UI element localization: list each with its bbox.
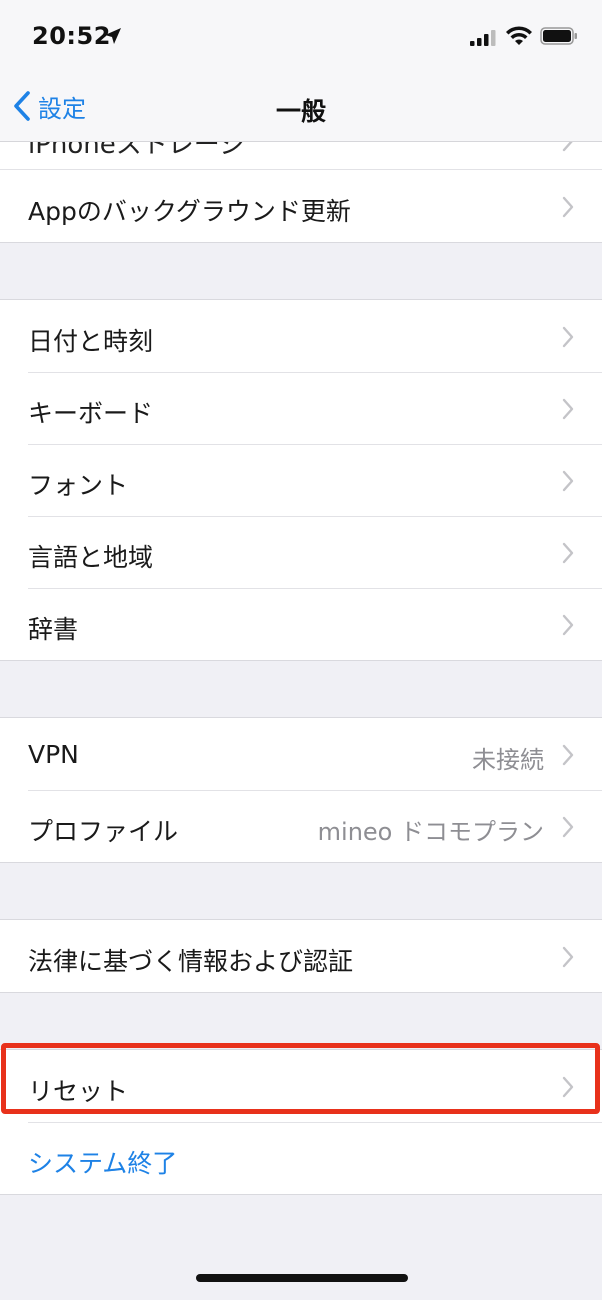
chevron-right-icon	[562, 196, 574, 218]
list-item-label: 日付と時刻	[28, 327, 154, 356]
battery-icon	[540, 27, 577, 45]
chevron-right-icon	[562, 326, 574, 348]
chevron-right-icon	[562, 744, 574, 766]
list-item-fonts[interactable]: フォント	[0, 444, 602, 516]
chevron-right-icon	[562, 398, 574, 420]
chevron-right-icon	[562, 816, 574, 838]
settings-list: iPhoneストレージ Appのバックグラウンド更新 日付と時刻 キーボード フ…	[0, 142, 602, 1195]
list-item-label: Appのバックグラウンド更新	[28, 197, 351, 226]
page-title: 一般	[275, 97, 326, 126]
status-time: 20:52	[32, 22, 111, 50]
vpn-status-value: 未接続	[472, 746, 544, 774]
navigation-bar: 設定 一般	[0, 70, 602, 142]
status-bar: 20:52	[0, 0, 602, 70]
profile-value: mineo ドコモプラン	[317, 818, 544, 846]
list-item-profile[interactable]: プロファイル mineo ドコモプラン	[0, 790, 602, 862]
settings-group-3: VPN 未接続 プロファイル mineo ドコモプラン	[0, 717, 602, 863]
list-item-label: iPhoneストレージ	[28, 142, 246, 160]
shut-down-link: システム終了	[28, 1149, 178, 1178]
home-indicator	[196, 1274, 408, 1282]
list-item-label: 法律に基づく情報および認証	[28, 947, 354, 976]
list-item-date-time[interactable]: 日付と時刻	[0, 300, 602, 372]
list-item-label: プロファイル	[28, 817, 179, 846]
wifi-icon	[506, 26, 532, 45]
list-item-reset[interactable]: リセット	[0, 1050, 602, 1122]
group-spacer	[0, 243, 602, 299]
settings-group-5: リセット システム終了	[0, 1049, 602, 1195]
list-item-label: キーボード	[28, 399, 154, 428]
list-item-keyboard[interactable]: キーボード	[0, 372, 602, 444]
list-item-label: リセット	[28, 1077, 129, 1106]
list-item-iphone-storage[interactable]: iPhoneストレージ	[0, 142, 602, 170]
list-item-label: フォント	[28, 471, 129, 500]
list-item-label: 言語と地域	[28, 543, 154, 572]
list-item-legal-regulatory[interactable]: 法律に基づく情報および認証	[0, 920, 602, 992]
group-spacer	[0, 993, 602, 1049]
list-item-label: VPN	[28, 740, 79, 769]
location-arrow-icon	[105, 28, 121, 44]
list-item-language-region[interactable]: 言語と地域	[0, 516, 602, 588]
list-item-background-app-refresh[interactable]: Appのバックグラウンド更新	[0, 170, 602, 242]
chevron-right-icon	[562, 542, 574, 564]
cellular-signal-icon	[470, 30, 496, 46]
group-spacer	[0, 863, 602, 919]
settings-group-2: 日付と時刻 キーボード フォント 言語と地域 辞書	[0, 299, 602, 661]
chevron-right-icon	[562, 614, 574, 636]
chevron-right-icon	[562, 142, 573, 152]
chevron-right-icon	[562, 470, 574, 492]
list-item-vpn[interactable]: VPN 未接続	[0, 718, 602, 790]
settings-general-screen: 20:52 設定 一般 iPhoneストレージ Appのバックグラウンド更新 日…	[0, 0, 602, 1300]
list-item-label: 辞書	[28, 615, 79, 644]
list-item-shut-down[interactable]: システム終了	[0, 1122, 602, 1194]
chevron-right-icon	[562, 1076, 574, 1098]
settings-group-4: 法律に基づく情報および認証	[0, 919, 602, 993]
list-item-dictionary[interactable]: 辞書	[0, 588, 602, 660]
group-spacer	[0, 661, 602, 717]
settings-group-1: iPhoneストレージ Appのバックグラウンド更新	[0, 142, 602, 243]
chevron-right-icon	[562, 946, 574, 968]
